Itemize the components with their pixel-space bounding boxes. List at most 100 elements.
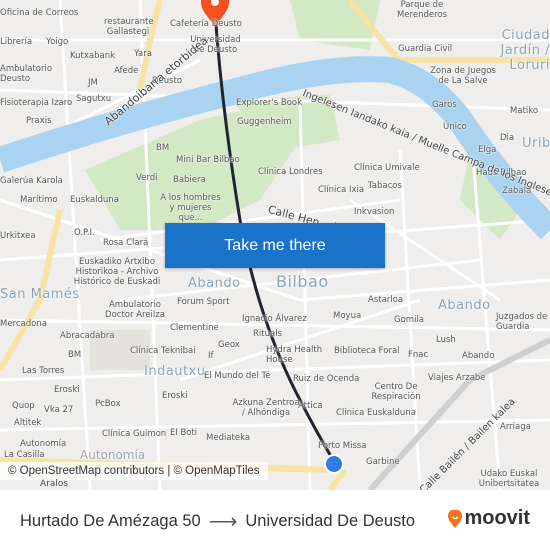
map-label: If [208, 351, 214, 361]
arrow-right-icon: ⟶ [208, 511, 238, 533]
map-label: Euskadiko Artxibo Historikoa - Archivo H… [73, 257, 161, 287]
map-label: Urkitxea [0, 231, 36, 241]
map-label: Zona de Juegos de La Salve [430, 66, 496, 86]
map-label: Praxis [26, 116, 52, 126]
district-label: Abando [188, 276, 241, 291]
map-label: Ambulatorio Deusto [0, 64, 53, 84]
map-label: O.P.I. [74, 228, 95, 238]
map-label: Eroski [162, 391, 188, 401]
map-label: Ambulatorio Doctor Areilza [105, 300, 165, 320]
map-label: Garbine [366, 457, 400, 467]
map-label: Hydra Health House [266, 345, 323, 365]
district-label: Autonomía [80, 448, 146, 462]
map-label: Clínica Londres [258, 167, 323, 177]
map-label: Abracadabra [60, 331, 115, 341]
map-label: Marítimo [20, 195, 58, 205]
map-label: restaurante Gallastegi [104, 17, 154, 37]
take-me-there-button[interactable]: Take me there [165, 223, 385, 268]
map-label: Afede [114, 66, 139, 76]
origin-dot-icon[interactable] [324, 454, 344, 474]
district-label: San Mamés [0, 287, 80, 302]
map-label: Lush [436, 335, 456, 345]
city-label: Bilbao [276, 272, 329, 291]
map-label: Kutxabank [70, 51, 116, 61]
map-label: Autonomía [20, 439, 67, 449]
map-label: Vka 27 [44, 405, 74, 415]
map-label: Ruiz de Ocenda [293, 374, 360, 384]
map-label: Clínica Teknibai [130, 346, 196, 356]
map-label: BM [68, 350, 82, 360]
moovit-pin-icon [448, 509, 463, 528]
map-label: Único [443, 122, 467, 132]
map-label: Rituals [253, 329, 282, 339]
map-label: Garos [432, 100, 457, 110]
map-label: Euskalduna [70, 195, 119, 205]
map-label: JM [88, 78, 98, 88]
map-label: El Mundo del Té [204, 371, 271, 381]
map-label: Mediateka [206, 433, 251, 443]
map-label: Galerúa Karola [0, 176, 63, 186]
map-label: BM [156, 143, 170, 153]
map-label: La Casilla [4, 450, 45, 460]
map-label: Parque de Merenderos [396, 0, 448, 20]
map-label: PcBox [95, 399, 121, 409]
map-label: Dia [500, 133, 515, 143]
map-label: Forum Sport [177, 297, 230, 307]
district-label: Uribarri [522, 136, 550, 151]
map-attribution[interactable]: © OpenStreetMap contributors | © OpenMap… [0, 462, 268, 480]
map-label: Porto Missa [318, 441, 367, 451]
map-label: Geox [218, 340, 240, 350]
district-label: Abando [438, 298, 491, 313]
map-label: Viajes Arzabe [428, 373, 486, 383]
map-label: Biblioteca Foral [334, 346, 400, 356]
map-label: Rosa Clará [103, 238, 149, 248]
map-label: Quop [12, 401, 35, 411]
map-label: Cafetería Deusto [170, 19, 242, 29]
map-label: Guardia Civil [398, 44, 453, 54]
map-label: Mercadona [0, 319, 47, 329]
route-summary: Hurtado De Amézaga 50 ⟶ Universidad De D… [20, 509, 415, 534]
map-label: Clínica Euskalduna [336, 408, 416, 418]
moovit-logo: moovit [448, 507, 530, 530]
map-label: Explorer's Book [236, 98, 303, 108]
map-label: Gomila [394, 315, 424, 325]
map-label: Centro De Respiración [371, 382, 421, 402]
district-label: Indautxu [144, 364, 206, 379]
map-label: Inkvasion [354, 207, 395, 217]
map-label: Astarloa [368, 295, 404, 305]
map-label: Mini Bar Bilbao [176, 155, 240, 165]
map-label: Attica [298, 401, 323, 411]
map-label: Las Torres [22, 366, 65, 376]
map-label: Arriaga [500, 422, 531, 432]
map-label: Fisioterapia Izaro [0, 98, 73, 108]
map-label: Moyua [333, 311, 362, 321]
map-label: Ignacio Álvarez [242, 314, 307, 324]
map-label: Yoigo [46, 37, 69, 47]
map-label: Clínica Umivale [354, 163, 420, 173]
map-label: Elga [478, 145, 497, 155]
map-label: Tabacos [368, 181, 402, 191]
map-label: Clínica Guimon [102, 429, 167, 439]
map[interactable]: Oficina de Correos restaurante Gallasteg… [0, 0, 550, 490]
origin-label: Hurtado De Amézaga 50 [20, 512, 201, 530]
map-label: Sagutxu [76, 94, 112, 104]
map-label: Udako Euskal Unibertsitatea [478, 469, 540, 489]
footer: Hurtado De Amézaga 50 ⟶ Universidad De D… [0, 490, 550, 550]
map-label: Matiko [510, 106, 539, 116]
map-label: Guggenheim [237, 117, 292, 127]
map-label: A los hombres y mujeres que... [160, 193, 221, 223]
map-label: Babiera [173, 175, 206, 185]
map-label: Oficina de Correos [0, 8, 79, 18]
map-label: Azkuna Zentroa / Alhóndiga [232, 398, 300, 418]
map-label: Abando [462, 351, 495, 361]
map-label: El Boti [170, 428, 198, 438]
map-label: Fnac [408, 350, 429, 360]
map-label: Eroski [54, 385, 80, 395]
map-label: Librería [0, 37, 33, 47]
map-label: Juzgados de Guardia [496, 312, 548, 332]
map-label: Aralos [40, 479, 69, 489]
map-label: Verdi [136, 173, 158, 183]
destination-label: Universidad De Deusto [245, 512, 416, 530]
map-label: Clínica Ixia [318, 185, 365, 195]
map-label: Yara [134, 49, 152, 59]
